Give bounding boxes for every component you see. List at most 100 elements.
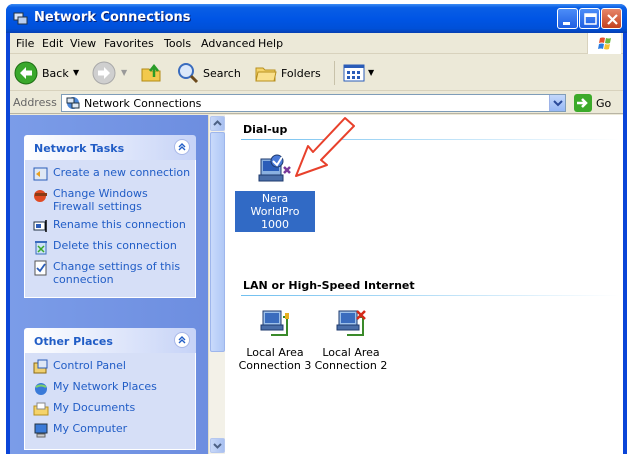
scroll-thumb[interactable] [210,132,225,352]
network-tasks-title: Network Tasks [34,142,125,155]
address-dropdown-button[interactable] [549,95,565,111]
task-label: Create a new connection [53,166,191,179]
task-delete-connection[interactable]: Delete this connection [25,239,195,255]
task-pane: Network Tasks Create a new connection Ch… [10,115,208,454]
annotation-arrow-icon [295,117,355,177]
other-places-header[interactable]: Other Places [24,328,196,353]
title-bar[interactable]: Network Connections [6,4,627,33]
network-tasks-panel: Network Tasks Create a new connection Ch… [24,135,196,298]
network-tasks-list: Create a new connection Change Windows F… [24,160,196,298]
window-content: File Edit View Favorites Tools Advanced … [10,33,623,454]
connection-label: Nera WorldPro 1000 [235,191,315,232]
settings-icon [34,260,47,276]
explorer-window: Network Connections File Edit View Favor… [6,4,627,454]
place-network-places[interactable]: My Network Places [25,380,195,396]
menu-favorites[interactable]: Favorites [104,37,154,50]
go-arrow-icon [577,98,588,108]
up-folder-button[interactable] [140,59,166,87]
scroll-up-button[interactable] [210,116,225,131]
windows-logo-icon [587,33,621,54]
connection-local-area-2[interactable]: Local Area Connection 2 [311,307,391,373]
task-label: Change settings of this connection [53,260,181,286]
search-label: Search [203,67,241,80]
menu-advanced[interactable]: Advanced [201,37,255,50]
address-field[interactable]: Network Connections [61,94,566,112]
menu-view[interactable]: View [70,37,96,50]
search-icon [178,63,199,84]
firewall-icon [34,190,47,202]
folders-button[interactable]: Folders [254,59,330,87]
forward-arrow-icon [92,61,116,85]
network-connections-icon [13,12,28,25]
task-pane-scrollbar[interactable] [208,115,225,454]
address-value: Network Connections [84,97,202,110]
lan-disconnected-icon [333,307,369,341]
folders-label: Folders [281,67,321,80]
go-label[interactable]: Go [596,97,611,110]
place-label: Control Panel [53,359,126,372]
lan-connection-icon [257,307,293,341]
back-button[interactable]: Back ▼ [14,59,84,87]
connection-local-area-3[interactable]: Local Area Connection 3 [235,307,315,373]
window-title: Network Connections [34,10,191,25]
group-header-dialup: Dial-up [243,123,288,136]
task-create-connection[interactable]: Create a new connection [25,166,195,182]
minimize-button[interactable] [557,8,578,29]
toolbar-separator [334,61,335,85]
dialup-connection-icon [257,153,293,187]
menu-tools[interactable]: Tools [164,37,191,50]
folders-icon [255,67,277,82]
chevron-down-icon: ▼ [121,68,128,77]
menu-file[interactable]: File [16,37,34,50]
maximize-button[interactable] [579,8,600,29]
network-places-icon [35,383,47,395]
control-panel-icon [33,359,48,374]
group-header-lan: LAN or High-Speed Internet [243,279,415,292]
task-firewall-settings[interactable]: Change Windows Firewall settings [25,187,195,213]
connection-label: Local Area Connection 2 [314,346,388,372]
group-divider [241,295,619,296]
chevron-up-icon [213,120,222,126]
place-label: My Computer [53,422,128,435]
place-my-computer[interactable]: My Computer [25,422,195,438]
forward-button[interactable]: ▼ [92,59,134,87]
scroll-down-button[interactable] [210,438,225,453]
chevron-down-icon [213,443,222,449]
back-label: Back [42,67,69,80]
computer-icon [34,423,48,438]
address-bar: Address Network Connections Go [10,92,623,114]
task-rename-connection[interactable]: Rename this connection [25,218,195,234]
network-connections-icon [66,97,80,109]
chevron-down-icon: ▼ [368,68,375,77]
place-my-documents[interactable]: My Documents [25,401,195,417]
menu-bar: File Edit View Favorites Tools Advanced … [10,33,623,54]
chevron-up-icon [178,336,186,344]
connections-view: Dial-up Nera WorldPro 1000 LAN or High-S… [225,115,623,454]
chevron-down-icon: ▼ [73,68,80,77]
chevron-up-icon [178,143,186,151]
task-label: Change Windows Firewall settings [53,187,148,213]
task-change-settings[interactable]: Change settings of this connection [25,260,195,286]
other-places-list: Control Panel My Network Places My Docum… [24,353,196,450]
other-places-panel: Other Places Control Panel My Network Pl… [24,328,196,450]
maximize-icon [584,13,597,25]
collapse-button[interactable] [174,139,190,155]
back-arrow-icon [14,61,38,85]
chevron-down-icon [553,100,563,107]
place-control-panel[interactable]: Control Panel [25,359,195,375]
task-label: Delete this connection [53,239,177,252]
go-button[interactable] [574,94,592,112]
place-label: My Documents [53,401,136,414]
menu-edit[interactable]: Edit [42,37,63,50]
close-button[interactable] [601,8,622,29]
close-icon [607,14,618,25]
search-button[interactable]: Search [176,59,246,87]
collapse-button[interactable] [174,332,190,348]
network-tasks-header[interactable]: Network Tasks [24,135,196,160]
other-places-title: Other Places [34,335,113,348]
menu-help[interactable]: Help [258,37,283,50]
documents-icon [33,402,49,416]
task-label: Rename this connection [53,218,186,231]
views-icon [343,64,365,82]
views-button[interactable]: ▼ [342,60,378,86]
